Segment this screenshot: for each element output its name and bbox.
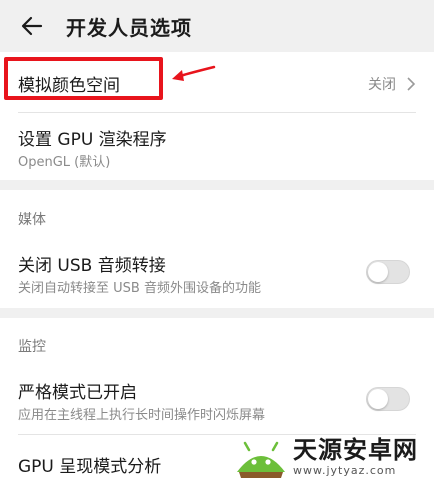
- gpu-renderer-item[interactable]: 设置 GPU 渲染程序 OpenGL (默认): [0, 113, 434, 180]
- back-button[interactable]: [6, 0, 58, 52]
- usb-audio-toggle[interactable]: [366, 260, 410, 284]
- page-title: 开发人员选项: [66, 15, 192, 40]
- usb-audio-subtitle: 关闭自动转接至 USB 音频外围设备的功能: [18, 281, 261, 296]
- usb-audio-label: 关闭 USB 音频转接: [18, 256, 166, 276]
- watermark-title: 天源安卓网: [293, 435, 418, 464]
- disable-usb-audio-item[interactable]: 关闭 USB 音频转接 关闭自动转接至 USB 音频外围设备的功能: [0, 240, 434, 308]
- gpu-renderer-subtitle: OpenGL (默认): [18, 155, 111, 170]
- watermark: 天源安卓网 www.jytyaz.com: [235, 432, 418, 480]
- color-space-value: 关闭: [368, 77, 396, 93]
- strict-mode-subtitle: 应用在主线程上执行长时间操作时闪烁屏幕: [18, 408, 266, 423]
- gpu-renderer-label: 设置 GPU 渲染程序: [18, 130, 167, 150]
- arrow-left-icon: [21, 16, 43, 36]
- strict-mode-label: 严格模式已开启: [18, 383, 137, 403]
- strict-mode-toggle[interactable]: [366, 387, 410, 411]
- media-card: 媒体 关闭 USB 音频转接 关闭自动转接至 USB 音频外围设备的功能: [0, 190, 434, 308]
- strict-mode-item[interactable]: 严格模式已开启 应用在主线程上执行长时间操作时闪烁屏幕: [0, 368, 434, 434]
- chevron-right-icon: [407, 77, 416, 91]
- section-header-media: 媒体: [18, 212, 46, 228]
- watermark-url: www.jytyaz.com: [293, 463, 397, 477]
- android-logo-icon: [237, 441, 285, 478]
- section-header-monitoring: 监控: [18, 339, 46, 355]
- app-bar: 开发人员选项: [0, 0, 434, 52]
- annotation-arrow-icon: [172, 65, 216, 81]
- gpu-profile-label: GPU 呈现模式分析: [18, 457, 162, 477]
- highlight-box: [4, 57, 163, 100]
